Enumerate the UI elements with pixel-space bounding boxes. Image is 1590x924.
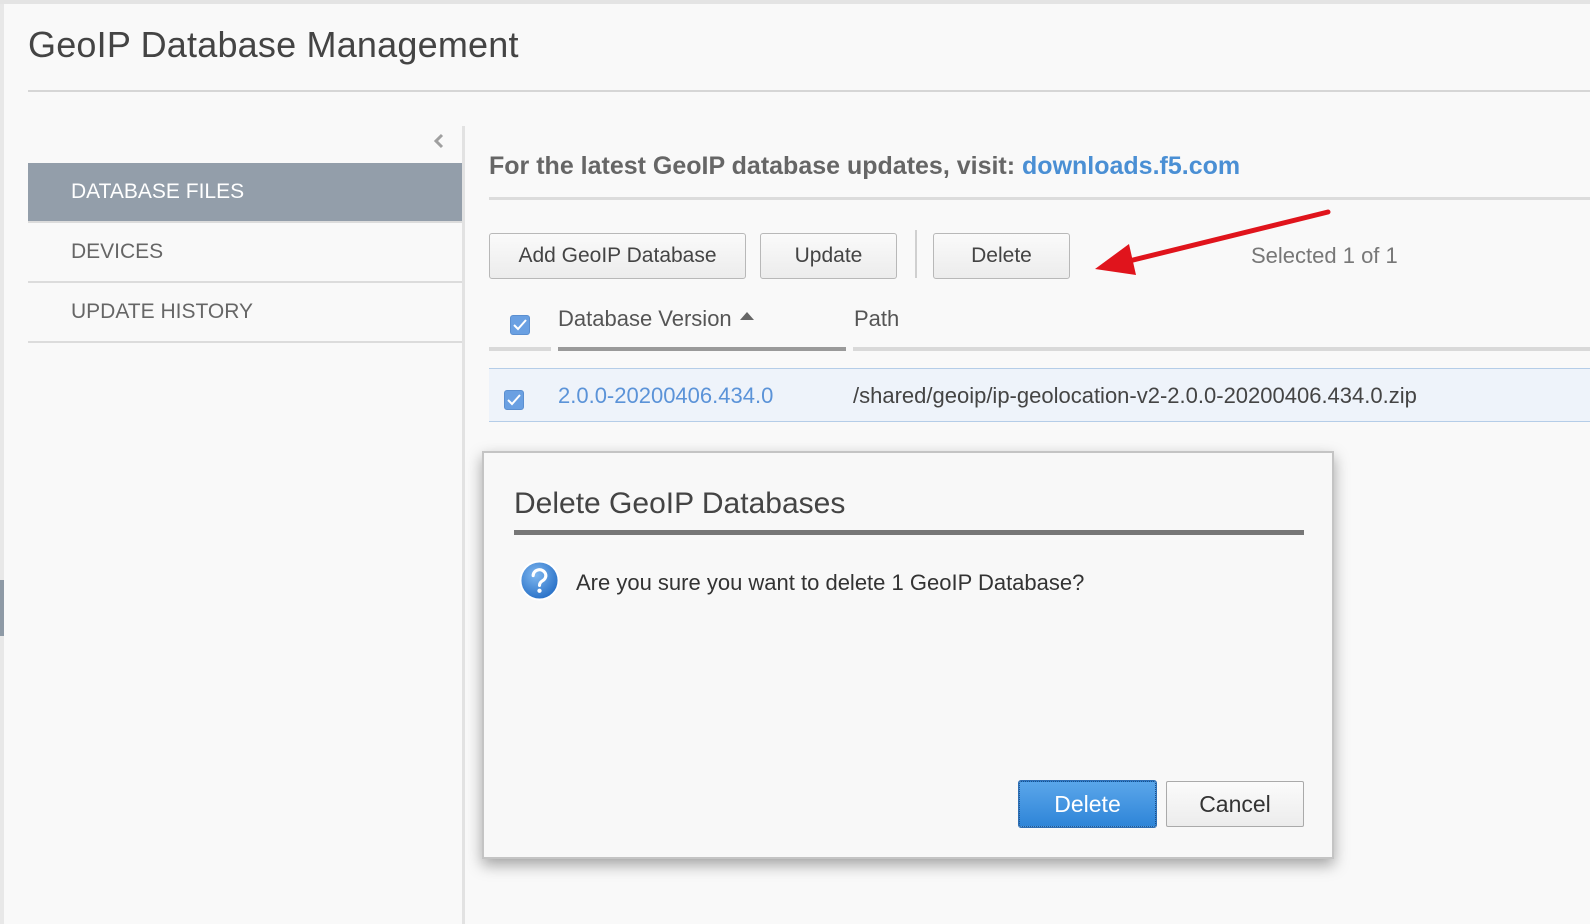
window-left-edge (0, 4, 4, 924)
sidebar-item-devices[interactable]: DEVICES (28, 223, 462, 283)
checkbox-checked-icon (507, 394, 521, 406)
question-icon (519, 560, 560, 601)
column-header-version-label: Database Version (558, 306, 732, 331)
column-header-database-version[interactable]: Database Version (558, 306, 754, 332)
dialog-message: Are you sure you want to delete 1 GeoIP … (576, 570, 1085, 595)
table-row[interactable]: 2.0.0-20200406.434.0 /shared/geoip/ip-ge… (489, 368, 1590, 422)
sidebar-item-database-files[interactable]: DATABASE FILES (28, 163, 462, 223)
page-title: GeoIP Database Management (28, 24, 519, 65)
cancel-button[interactable]: Cancel (1166, 781, 1304, 827)
collapse-chevron-icon[interactable] (430, 128, 448, 154)
column-rule-path (853, 347, 1590, 351)
dialog-title: Delete GeoIP Databases (514, 487, 846, 520)
column-rule-checkbox (489, 347, 551, 351)
info-divider (489, 197, 1590, 200)
sidebar: DATABASE FILES DEVICES UPDATE HISTORY (28, 163, 462, 343)
downloads-link[interactable]: downloads.f5.com (1022, 152, 1240, 180)
column-header-path[interactable]: Path (854, 306, 899, 332)
sidebar-item-update-history[interactable]: UPDATE HISTORY (28, 283, 462, 343)
sidebar-divider (462, 126, 465, 924)
selected-count: Selected 1 of 1 (1251, 243, 1398, 268)
row-checkbox[interactable] (504, 390, 524, 410)
database-path: /shared/geoip/ip-geolocation-v2-2.0.0-20… (853, 383, 1417, 408)
left-edge-marker (0, 580, 4, 636)
dialog-title-rule (514, 530, 1304, 535)
add-geoip-database-button[interactable]: Add GeoIP Database (489, 233, 746, 279)
delete-confirm-dialog: Delete GeoIP Databases Are you sure you … (482, 451, 1334, 859)
select-all-checkbox[interactable] (510, 315, 530, 335)
column-rule-version (558, 347, 846, 351)
update-info: For the latest GeoIP database updates, v… (489, 152, 1240, 181)
sort-ascending-icon (739, 312, 754, 320)
update-info-text: For the latest GeoIP database updates, v… (489, 152, 1023, 180)
update-button[interactable]: Update (760, 233, 897, 279)
database-version-link[interactable]: 2.0.0-20200406.434.0 (558, 383, 773, 409)
toolbar-separator (915, 230, 917, 278)
confirm-delete-button[interactable]: Delete (1018, 780, 1157, 828)
delete-button[interactable]: Delete (933, 233, 1070, 279)
checkbox-checked-icon (513, 319, 527, 331)
